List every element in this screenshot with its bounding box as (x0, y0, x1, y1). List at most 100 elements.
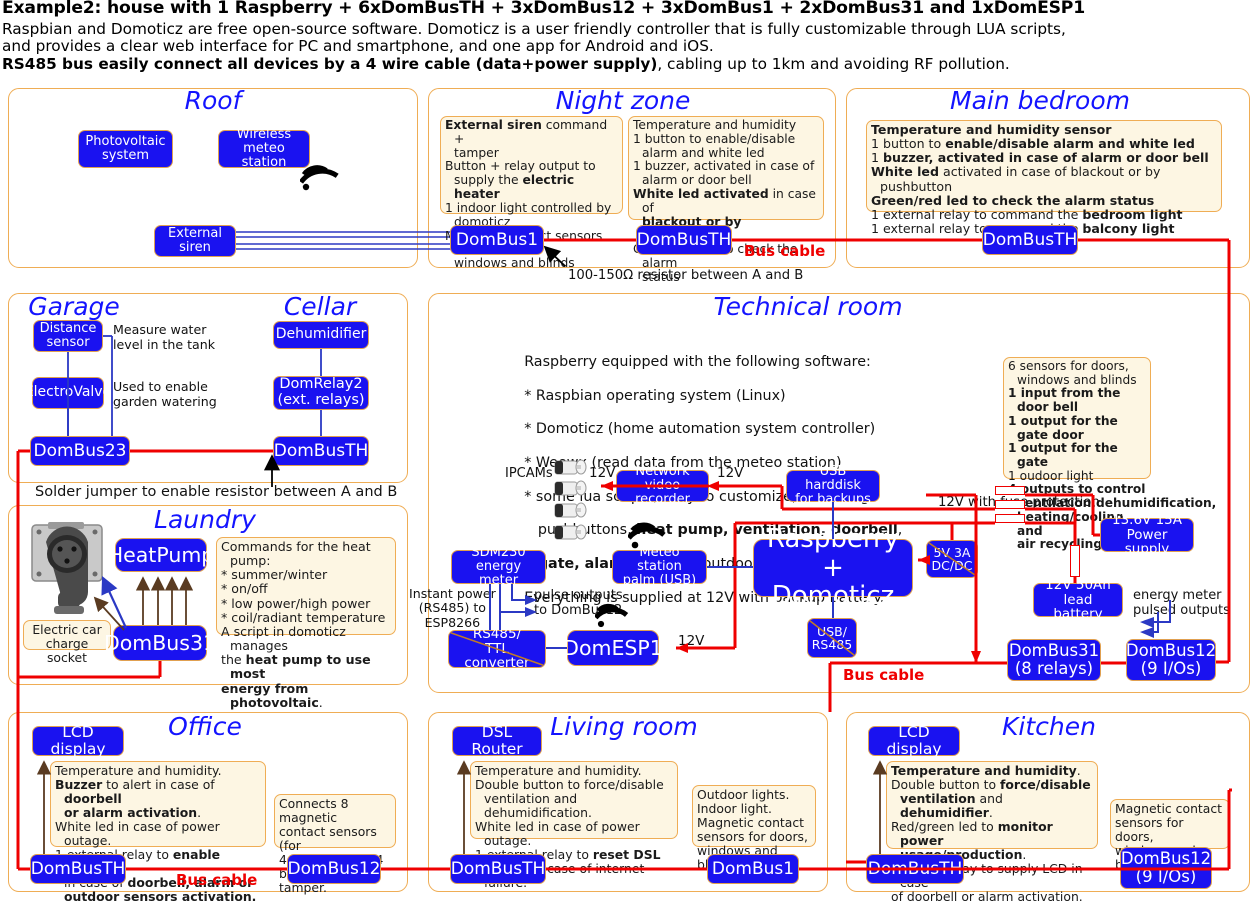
note-line: the heat pump to use most (221, 652, 371, 682)
header-line-2: and provides a clear web interface for P… (2, 37, 714, 55)
device-raspberry-domoticz[interactable]: Raspberry + Domoticz (753, 525, 913, 611)
device-external-siren[interactable]: External siren (154, 225, 236, 257)
device-dehumidifier[interactable]: Dehumidifier (273, 321, 369, 349)
fuse-icon-battery (1070, 545, 1080, 577)
header-line-3-rest: , cabling up to 1km and avoiding RF poll… (657, 55, 1010, 73)
note-line: 1 output for the gate (1008, 441, 1118, 470)
note-line: Temperature and humidity (633, 118, 797, 132)
device-label: DomBus31 (103, 630, 217, 655)
device-label: DSL Router (471, 723, 523, 758)
device-night-zone-dombus1[interactable]: DomBus1 (450, 225, 544, 255)
note-line: Red/green led to monitor power (891, 818, 1053, 848)
device-laundry-dombus31[interactable]: DomBus31 (104, 625, 216, 661)
device-usb-rs485-converter[interactable]: USB/ RS485 (807, 618, 857, 658)
device-kitchen-dombus12[interactable]: DomBus12 (9 I/Os) (1120, 847, 1212, 889)
device-label: Raspberry + Domoticz (766, 524, 900, 612)
device-electrovalve[interactable]: ElectroValve (25, 377, 111, 409)
device-label: Dehumidifier (275, 326, 367, 343)
note-line: * low power/high power (221, 595, 371, 611)
device-wireless-meteo-station[interactable]: Wireless meteo station (218, 127, 310, 170)
device-label: Meteo station palm (USB) (622, 544, 697, 589)
kitchen-note: Temperature and humidity. Double button … (886, 761, 1098, 903)
device-usb-harddisk[interactable]: USB harddisk for backups (786, 464, 880, 507)
note-line: White led in case of power outage. (55, 818, 220, 848)
note-line: outdoor sensors activation. (64, 888, 257, 904)
device-label: RS485/ TTL converter (464, 626, 530, 672)
note-line: alarm or door bell (642, 173, 752, 188)
device-night-zone-dombusth[interactable]: DomBusTH (636, 225, 732, 255)
note-line: or alarm activation. (64, 804, 202, 820)
device-label: DomBusTH (636, 229, 732, 250)
device-domesp1[interactable]: DomESP1 (563, 630, 663, 666)
device-label: DomBus1 (455, 229, 539, 250)
device-lead-battery[interactable]: 12V 50Ah lead battery (1033, 578, 1123, 622)
device-meteo-station-palm[interactable]: Meteo station palm (USB) (612, 545, 707, 588)
device-dsl-router[interactable]: DSL Router (452, 723, 542, 758)
note-line: * coil/radiant temperature (221, 609, 386, 625)
device-power-supply[interactable]: 13.6V 15A Power supply (1100, 513, 1194, 557)
note-line: Buzzer to alert in case of doorbell (55, 776, 215, 806)
device-garage-dombus23[interactable]: DomBus23 (30, 436, 130, 466)
device-label: DomBusTH (982, 229, 1078, 250)
device-office-dombus12[interactable]: DomBus12 (287, 854, 381, 884)
device-kitchen-lcd-display[interactable]: LCD display (868, 723, 960, 758)
label-ipcams: IPCAMs (505, 466, 553, 481)
wifi-icon-domesp1 (595, 603, 629, 628)
note-line: 1 button to enable/disable alarm and whi… (871, 136, 1195, 152)
note-line: 1 oudoor light (1008, 468, 1094, 483)
label-12v-domesp1: 12V (678, 633, 705, 649)
device-label: 13.6V 15A Power supply (1112, 512, 1182, 558)
device-cellar-dombusth[interactable]: DomBusTH (273, 436, 369, 466)
wifi-icon-meteo-palm (628, 522, 666, 549)
device-sdm230-energy-meter[interactable]: SDM230 energy meter (451, 545, 546, 588)
device-label: DomBus12 (287, 858, 381, 879)
fuse-icon-1 (995, 486, 1025, 495)
device-photovoltaic-system[interactable]: Photovoltaic system (78, 130, 173, 168)
device-tech-dombus31[interactable]: DomBus31 (8 relays) (1007, 639, 1101, 681)
device-label: HeatPump (107, 542, 215, 567)
device-label: LCD display (886, 723, 942, 758)
note-line: 1 buzzer, activated in case of alarm or … (871, 150, 1209, 166)
device-rs485-ttl-converter[interactable]: RS485/ TTL converter (448, 626, 546, 672)
device-domrelay2[interactable]: DomRelay2 (ext. relays) (273, 376, 369, 410)
device-heatpump[interactable]: HeatPump (108, 538, 214, 572)
device-tech-dombus12[interactable]: DomBus12 (9 I/Os) (1126, 639, 1216, 681)
note-line: 6 sensors for doors, (1008, 359, 1129, 373)
device-office-lcd-display[interactable]: LCD display (32, 723, 124, 758)
device-kitchen-dombusth[interactable]: DomBusTH (866, 854, 964, 884)
solder-jumper-note: Solder jumper to enable resistor between… (35, 484, 398, 500)
note-line: White led activated in case of (633, 187, 816, 215)
device-dcdc-converter[interactable]: 5V 3A DC/DC (926, 540, 978, 578)
device-label: External siren (168, 225, 222, 255)
software-line: * Domoticz (home automation system contr… (524, 421, 876, 438)
living-room-title: Living room (550, 712, 698, 741)
device-label: DomBus1 (711, 858, 795, 879)
device-label: 5V 3A DC/DC (931, 544, 973, 573)
page-title: Example2: house with 1 Raspberry + 6xDom… (2, 0, 1085, 18)
note-line: Button + relay output to (445, 159, 596, 174)
label-garden-watering: Used to enable garden watering (113, 379, 217, 410)
device-living-room-dombus1[interactable]: DomBus1 (707, 854, 799, 884)
technical-room-title: Technical room (713, 292, 903, 321)
device-main-bedroom-dombusth[interactable]: DomBusTH (982, 225, 1078, 255)
device-distance-sensor[interactable]: Distance sensor (33, 320, 103, 352)
device-label: LCD display (50, 723, 106, 758)
bus-cable-label-top: Bus cable (744, 242, 826, 260)
laundry-title: Laundry (154, 505, 256, 534)
note-line: * summer/winter (221, 567, 328, 583)
device-label: DomBusTH (273, 440, 369, 461)
device-living-room-dombusth[interactable]: DomBusTH (450, 854, 546, 884)
note-line: A script in domoticz manages (221, 623, 346, 654)
note-line: Commands for the heat pump: (221, 539, 371, 569)
device-office-dombusth[interactable]: DomBusTH (30, 854, 126, 884)
device-label: DomBus12 (9 I/Os) (1120, 849, 1212, 886)
note-line: 1 button to enable/disable (633, 131, 796, 146)
note-line: supply the electric heater (454, 173, 575, 202)
device-label: Photovoltaic system (85, 133, 166, 163)
device-label: DomBusTH (30, 858, 126, 879)
note-line: White led activated in case of blackout … (871, 164, 1161, 194)
device-label: Network video recorder (635, 463, 690, 508)
device-label: DomBus31 (8 relays) (1008, 641, 1100, 678)
device-network-video-recorder[interactable]: Network video recorder (616, 464, 709, 507)
fuse-icon-3 (995, 514, 1025, 523)
